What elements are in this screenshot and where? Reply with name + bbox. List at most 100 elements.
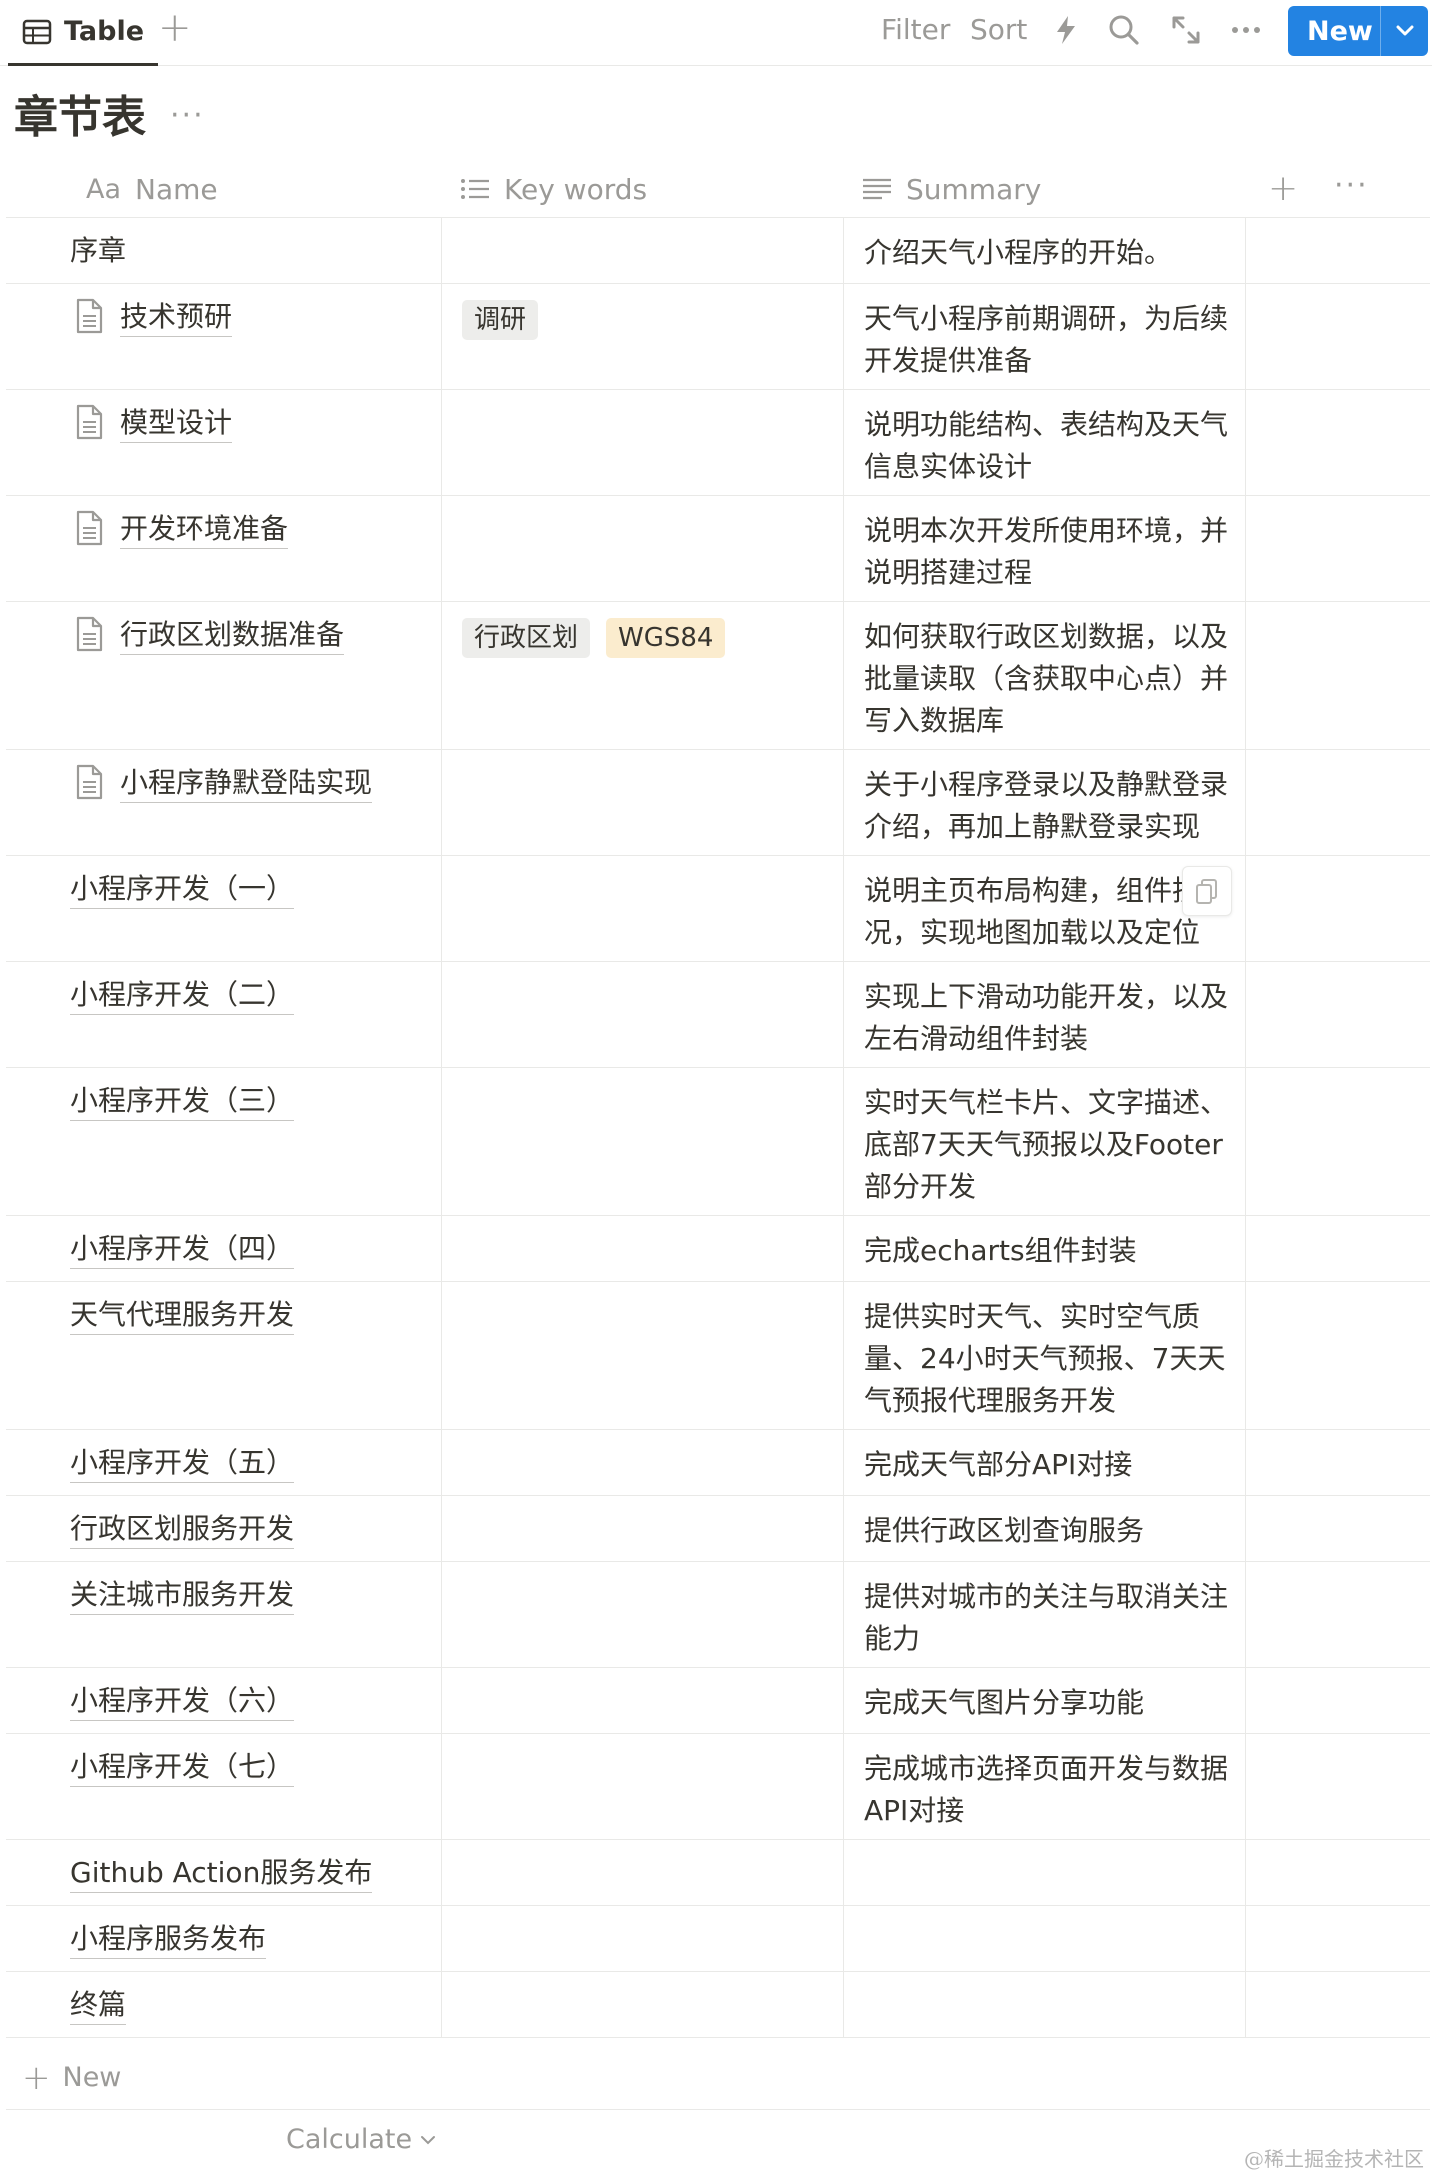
name-cell[interactable]: 小程序静默登陆实现 [6, 750, 442, 855]
name-cell[interactable]: 小程序开发（五） [6, 1430, 442, 1495]
table-row[interactable]: 小程序开发（六） 完成天气图片分享功能 [6, 1668, 1430, 1734]
summary-cell[interactable] [844, 1906, 1246, 1971]
keywords-cell[interactable] [442, 218, 844, 283]
add-column-button[interactable]: + [1268, 168, 1298, 209]
table-row[interactable]: 小程序开发（三） 实时天气栏卡片、文字描述、底部7天天气预报以及Footer部分开… [6, 1068, 1430, 1216]
row-name[interactable]: 小程序开发（五） [70, 1444, 295, 1483]
title-more-button[interactable]: ··· [170, 98, 205, 133]
summary-cell[interactable]: 关于小程序登录以及静默登录介绍，再加上静默登录实现 [844, 750, 1246, 855]
copy-button[interactable] [1182, 866, 1232, 916]
empty-cell[interactable] [1246, 1282, 1430, 1429]
search-icon[interactable] [1106, 12, 1142, 48]
name-cell[interactable]: 小程序开发（二） [6, 962, 442, 1067]
keywords-cell[interactable] [442, 856, 844, 961]
empty-cell[interactable] [1246, 1496, 1430, 1561]
row-name[interactable]: 天气代理服务开发 [70, 1296, 295, 1335]
keywords-cell[interactable] [442, 1906, 844, 1971]
table-row[interactable]: 天气代理服务开发 提供实时天气、实时空气质量、24小时天气预报、7天天气预报代理服… [6, 1282, 1430, 1430]
table-row[interactable]: 小程序开发（五） 完成天气部分API对接 [6, 1430, 1430, 1496]
lightning-icon[interactable] [1048, 12, 1084, 48]
keywords-cell[interactable] [442, 1972, 844, 2037]
row-name[interactable]: 序章 [70, 232, 126, 270]
row-name[interactable]: 终篇 [70, 1986, 127, 2025]
empty-cell[interactable] [1246, 1906, 1430, 1971]
summary-cell[interactable]: 完成echarts组件封装 [844, 1216, 1246, 1281]
row-name[interactable]: 关注城市服务开发 [70, 1576, 295, 1615]
table-row[interactable]: 关注城市服务开发 提供对城市的关注与取消关注能力 [6, 1562, 1430, 1668]
summary-cell[interactable]: 介绍天气小程序的开始。 [844, 218, 1246, 283]
name-cell[interactable]: 小程序开发（一） [6, 856, 442, 961]
empty-cell[interactable] [1246, 496, 1430, 601]
table-row[interactable]: 小程序服务发布 [6, 1906, 1430, 1972]
name-cell[interactable]: 小程序开发（七） [6, 1734, 442, 1839]
filter-button[interactable]: Filter [881, 12, 950, 48]
row-name[interactable]: 小程序开发（七） [70, 1748, 295, 1787]
keywords-cell[interactable] [442, 1282, 844, 1429]
keywords-cell[interactable] [442, 962, 844, 1067]
row-name[interactable]: 行政区划数据准备 [120, 616, 345, 655]
table-row[interactable]: 序章 介绍天气小程序的开始。 [6, 218, 1430, 284]
summary-cell[interactable]: 完成天气图片分享功能 [844, 1668, 1246, 1733]
summary-cell[interactable] [844, 1840, 1246, 1905]
keywords-cell[interactable] [442, 1734, 844, 1839]
row-name[interactable]: 模型设计 [120, 404, 233, 443]
summary-cell[interactable]: 天气小程序前期调研，为后续开发提供准备 [844, 284, 1246, 389]
summary-cell[interactable]: 完成城市选择页面开发与数据API对接 [844, 1734, 1246, 1839]
name-cell[interactable]: 开发环境准备 [6, 496, 442, 601]
row-name[interactable]: 小程序开发（六） [70, 1682, 295, 1721]
empty-cell[interactable] [1246, 750, 1430, 855]
keywords-cell[interactable]: 行政区划 WGS84 [442, 602, 844, 749]
empty-cell[interactable] [1246, 390, 1430, 495]
name-cell[interactable]: Github Action服务发布 [6, 1840, 442, 1905]
row-name[interactable]: 小程序开发（二） [70, 976, 295, 1015]
table-row[interactable]: 技术预研 调研 天气小程序前期调研，为后续开发提供准备 [6, 284, 1430, 390]
table-row[interactable]: 小程序静默登陆实现 关于小程序登录以及静默登录介绍，再加上静默登录实现 [6, 750, 1430, 856]
summary-cell[interactable]: 实时天气栏卡片、文字描述、底部7天天气预报以及Footer部分开发 [844, 1068, 1246, 1215]
name-cell[interactable]: 小程序开发（三） [6, 1068, 442, 1215]
table-row[interactable]: 终篇 [6, 1972, 1430, 2038]
table-row[interactable]: 行政区划数据准备 行政区划 WGS84 如何获取行政区划数据，以及批量读取（含获取中心… [6, 602, 1430, 750]
name-cell[interactable]: 终篇 [6, 1972, 442, 2037]
keywords-cell[interactable] [442, 1430, 844, 1495]
keywords-cell[interactable] [442, 1840, 844, 1905]
empty-cell[interactable] [1246, 1430, 1430, 1495]
row-name[interactable]: 开发环境准备 [120, 510, 289, 549]
new-dropdown-toggle[interactable] [1381, 24, 1428, 38]
name-cell[interactable]: 关注城市服务开发 [6, 1562, 442, 1667]
empty-cell[interactable] [1246, 602, 1430, 749]
summary-cell[interactable]: 如何获取行政区划数据，以及批量读取（含获取中心点）并写入数据库 [844, 602, 1246, 749]
summary-cell[interactable]: 说明本次开发所使用环境，并说明搭建过程 [844, 496, 1246, 601]
row-name[interactable]: 小程序开发（三） [70, 1082, 295, 1121]
row-name[interactable]: Github Action服务发布 [70, 1854, 373, 1893]
table-row[interactable]: 小程序开发（四） 完成echarts组件封装 [6, 1216, 1430, 1282]
add-row-button[interactable]: + New [6, 2046, 1430, 2110]
keywords-cell[interactable] [442, 1668, 844, 1733]
keywords-cell[interactable] [442, 1216, 844, 1281]
name-cell[interactable]: 模型设计 [6, 390, 442, 495]
row-name[interactable]: 小程序静默登陆实现 [120, 764, 373, 803]
name-cell[interactable]: 天气代理服务开发 [6, 1282, 442, 1429]
row-name[interactable]: 行政区划服务开发 [70, 1510, 295, 1549]
keywords-cell[interactable] [442, 1562, 844, 1667]
column-header-summary[interactable]: Summary [862, 160, 1041, 218]
expand-icon[interactable] [1168, 12, 1204, 48]
name-cell[interactable]: 行政区划服务开发 [6, 1496, 442, 1561]
empty-cell[interactable] [1246, 284, 1430, 389]
empty-cell[interactable] [1246, 1562, 1430, 1667]
keywords-cell[interactable] [442, 1068, 844, 1215]
summary-cell[interactable]: 提供行政区划查询服务 [844, 1496, 1246, 1561]
name-cell[interactable]: 小程序服务发布 [6, 1906, 442, 1971]
empty-cell[interactable] [1246, 1216, 1430, 1281]
row-name[interactable]: 小程序开发（一） [70, 870, 295, 909]
new-button[interactable]: New [1288, 6, 1428, 56]
sort-button[interactable]: Sort [970, 12, 1027, 48]
keywords-cell[interactable] [442, 390, 844, 495]
keywords-cell[interactable] [442, 1496, 844, 1561]
empty-cell[interactable] [1246, 1068, 1430, 1215]
name-cell[interactable]: 技术预研 [6, 284, 442, 389]
table-row[interactable]: Github Action服务发布 [6, 1840, 1430, 1906]
summary-cell[interactable]: 提供对城市的关注与取消关注能力 [844, 1562, 1246, 1667]
empty-cell[interactable] [1246, 1668, 1430, 1733]
name-cell[interactable]: 序章 [6, 218, 442, 283]
empty-cell[interactable] [1246, 856, 1430, 961]
